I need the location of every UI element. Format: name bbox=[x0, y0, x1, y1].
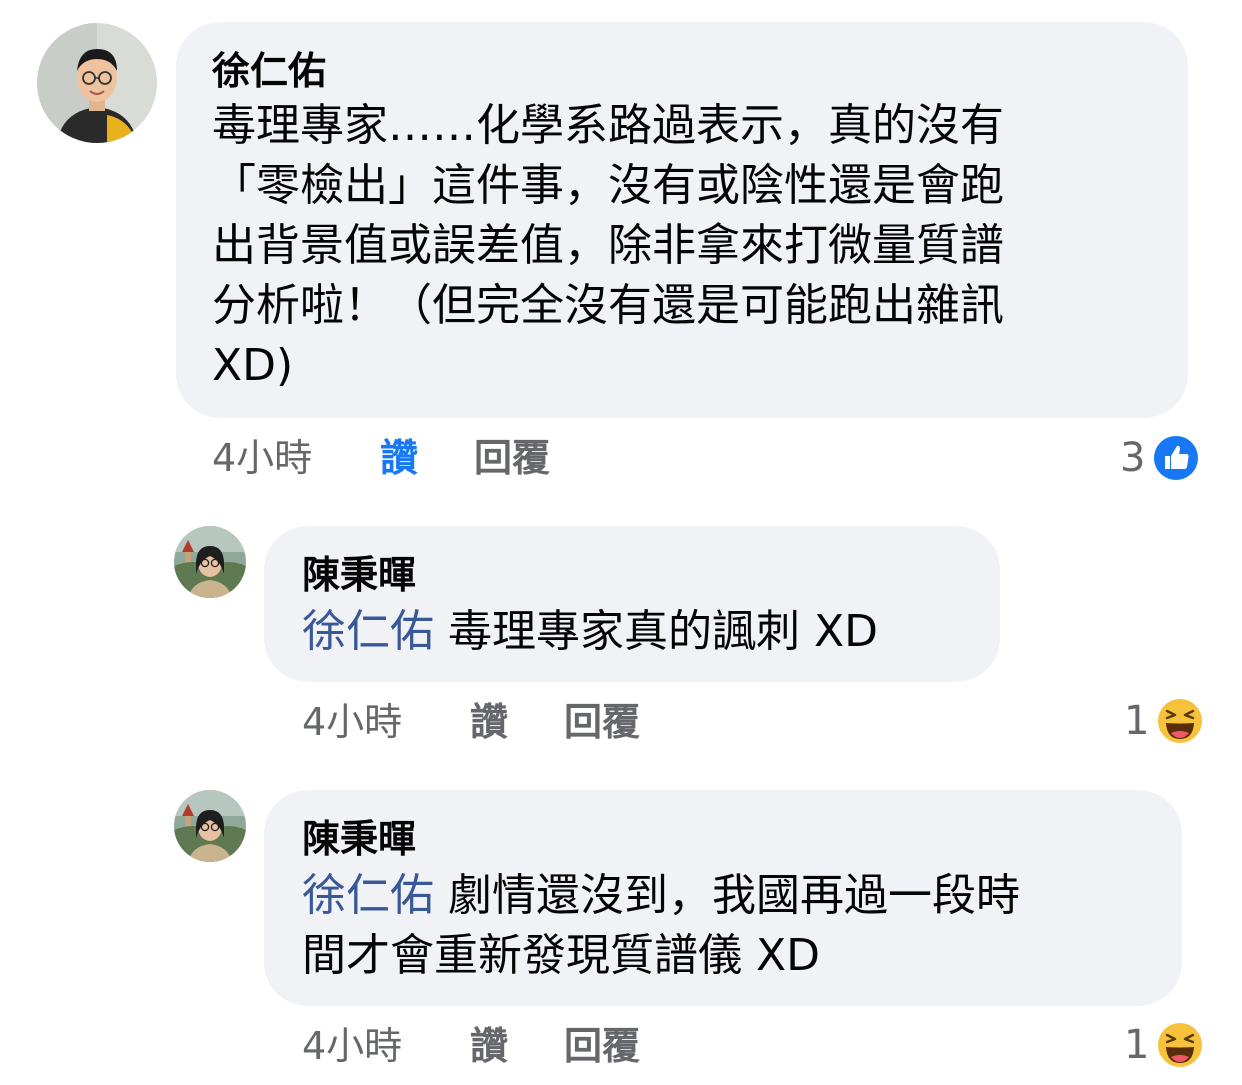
mention-link[interactable]: 徐仁佑 bbox=[302, 606, 434, 657]
reply-button[interactable]: 回覆 bbox=[564, 1024, 640, 1068]
reply-button[interactable]: 回覆 bbox=[474, 436, 550, 480]
comment-text: 徐仁佑 劇情還沒到，我國再過一段時 間才會重新發現質譜儀 XD bbox=[302, 866, 1144, 986]
avatar-xu-renyou[interactable] bbox=[37, 23, 157, 143]
comment-timestamp[interactable]: 4小時 bbox=[302, 1024, 402, 1068]
reaction-count: 3 bbox=[1120, 435, 1146, 481]
reaction-count: 1 bbox=[1124, 698, 1150, 744]
comment-text-line: 分析啦！（但完全沒有還是可能跑出雜訊 bbox=[212, 280, 1004, 331]
comment-text-line: 毒理專家……化學系路過表示，真的沒有 bbox=[212, 100, 1004, 151]
comment-text-line: 間才會重新發現質譜儀 XD bbox=[302, 930, 821, 981]
avatar-image bbox=[174, 526, 246, 598]
comment-body: 毒理專家真的諷刺 XD bbox=[448, 606, 879, 657]
comment-author[interactable]: 陳秉暉 bbox=[302, 552, 962, 598]
comment-actions: 4小時 讚 回覆 bbox=[212, 436, 612, 480]
haha-icon bbox=[1156, 1021, 1205, 1069]
comment-author[interactable]: 徐仁佑 bbox=[212, 48, 1152, 94]
avatar-chen-binghui[interactable] bbox=[174, 526, 246, 598]
like-button[interactable]: 讚 bbox=[380, 436, 418, 480]
mention-link[interactable]: 徐仁佑 bbox=[302, 870, 434, 921]
reaction-summary[interactable]: 3 bbox=[1120, 432, 1201, 484]
haha-icon bbox=[1156, 697, 1205, 745]
reply-button[interactable]: 回覆 bbox=[564, 700, 640, 744]
comment-text-line: 出背景值或誤差值，除非拿來打微量質譜 bbox=[212, 220, 1004, 271]
reaction-summary[interactable]: 1 bbox=[1124, 1019, 1205, 1071]
like-button[interactable]: 讚 bbox=[470, 1024, 508, 1068]
comment-actions: 4小時 讚 回覆 bbox=[302, 1024, 702, 1068]
comment-bubble: 陳秉暉 徐仁佑 毒理專家真的諷刺 XD bbox=[264, 526, 1000, 682]
comment-text: 徐仁佑 毒理專家真的諷刺 XD bbox=[302, 602, 962, 662]
comment-author[interactable]: 陳秉暉 bbox=[302, 816, 1144, 862]
comment-text-line: XD) bbox=[212, 340, 294, 391]
avatar-image bbox=[174, 790, 246, 862]
comment-text-line: 「零檢出」這件事，沒有或陰性還是會跑 bbox=[212, 160, 1004, 211]
like-icon bbox=[1152, 434, 1201, 482]
comment-bubble: 陳秉暉 徐仁佑 劇情還沒到，我國再過一段時 間才會重新發現質譜儀 XD bbox=[264, 790, 1182, 1006]
comment-text-line: 徐仁佑 劇情還沒到，我國再過一段時 bbox=[302, 866, 1144, 926]
comment-actions: 4小時 讚 回覆 bbox=[302, 700, 702, 744]
comment-text: 毒理專家……化學系路過表示，真的沒有 「零檢出」這件事，沒有或陰性還是會跑 出背… bbox=[212, 96, 1152, 396]
reaction-summary[interactable]: 1 bbox=[1124, 695, 1205, 747]
comment-timestamp[interactable]: 4小時 bbox=[212, 436, 312, 480]
reaction-count: 1 bbox=[1124, 1022, 1150, 1068]
comment-timestamp[interactable]: 4小時 bbox=[302, 700, 402, 744]
comment-body: 劇情還沒到，我國再過一段時 bbox=[448, 870, 1020, 921]
avatar-image bbox=[37, 23, 157, 143]
avatar-chen-binghui[interactable] bbox=[174, 790, 246, 862]
comment-bubble: 徐仁佑 毒理專家……化學系路過表示，真的沒有 「零檢出」這件事，沒有或陰性還是會… bbox=[176, 22, 1188, 418]
like-button[interactable]: 讚 bbox=[470, 700, 508, 744]
